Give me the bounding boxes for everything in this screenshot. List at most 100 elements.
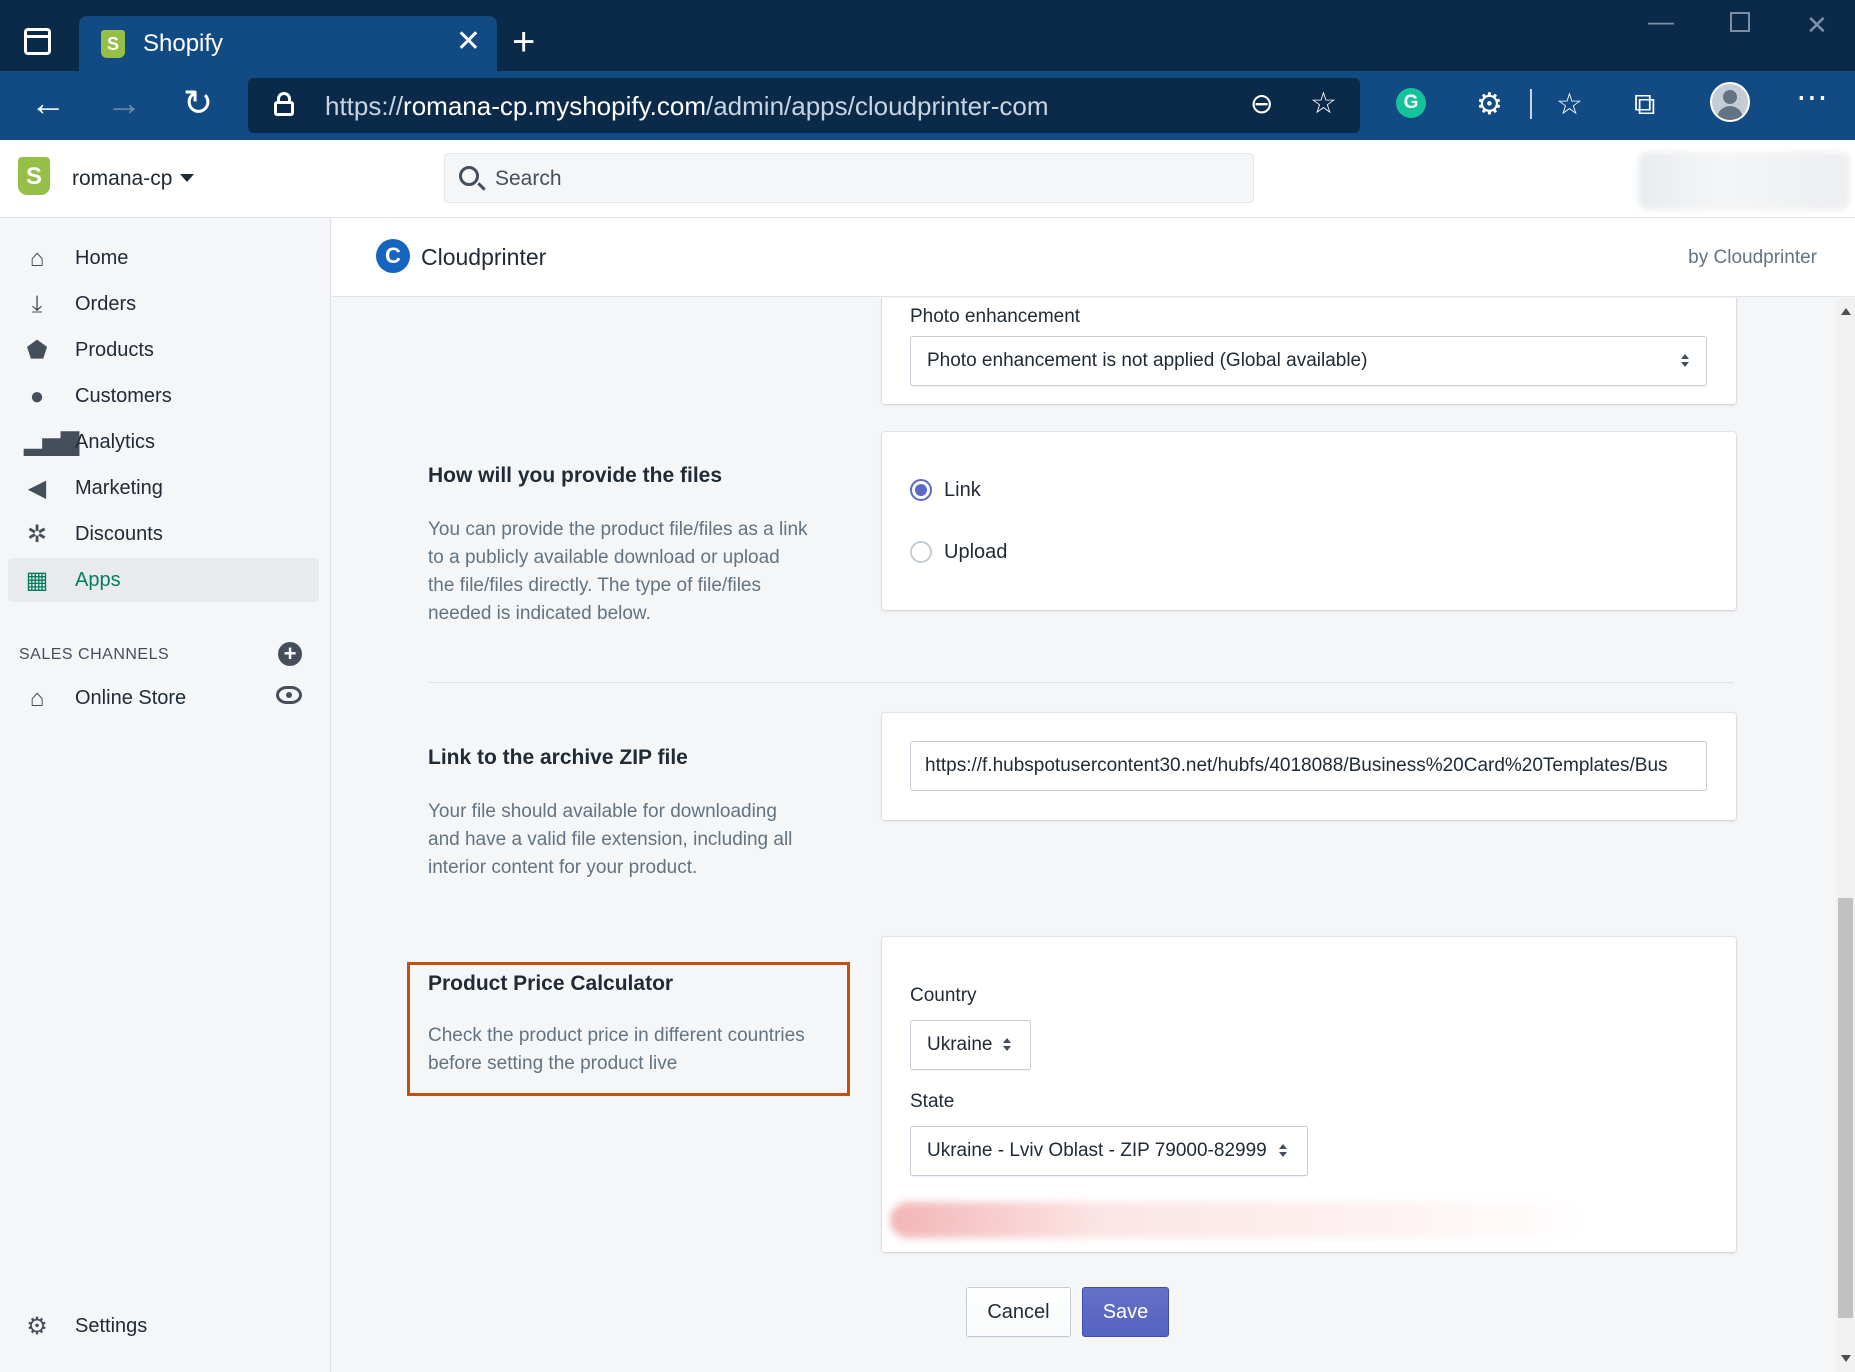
section-divider bbox=[428, 682, 1734, 683]
store-icon: ⌂ bbox=[29, 685, 45, 712]
photo-enhancement-value: Photo enhancement is not applied (Global… bbox=[927, 350, 1368, 371]
state-select[interactable]: Ukraine - Lviv Oblast - ZIP 79000-82999 bbox=[910, 1126, 1308, 1176]
sidebar-item-label: Marketing bbox=[75, 477, 163, 499]
app-content: Photo enhancement Photo enhancement is n… bbox=[332, 298, 1836, 1372]
megaphone-icon: ◀ bbox=[27, 475, 47, 502]
store-caret-icon[interactable] bbox=[180, 174, 194, 182]
country-value: Ukraine bbox=[927, 1034, 993, 1055]
radio-link-label[interactable]: Link bbox=[944, 479, 981, 502]
maximize-icon[interactable] bbox=[1730, 12, 1750, 32]
cloudprinter-logo-icon: C bbox=[376, 239, 410, 273]
country-label: Country bbox=[910, 985, 977, 1006]
zip-link-field[interactable] bbox=[911, 742, 1706, 790]
blurred-price-message bbox=[890, 1202, 1580, 1238]
sidebar-item-label: Settings bbox=[75, 1315, 148, 1337]
shopify-logo-icon[interactable]: S bbox=[18, 157, 50, 195]
select-arrows-icon bbox=[1003, 1038, 1011, 1052]
extensions-icon[interactable]: ⚙ bbox=[1476, 85, 1503, 125]
zip-link-input[interactable] bbox=[910, 741, 1707, 791]
view-store-eye-icon[interactable] bbox=[276, 686, 302, 704]
sidebar-item-products[interactable]: ⬟ Products bbox=[8, 328, 319, 372]
photo-enhancement-card: Photo enhancement Photo enhancement is n… bbox=[882, 298, 1736, 404]
sidebar-item-apps[interactable]: ▦ Apps bbox=[8, 558, 319, 602]
sidebar: ⌂ Home ⤓ Orders ⬟ Products ● Customers ▂… bbox=[0, 218, 331, 1372]
sidebar-item-home[interactable]: ⌂ Home bbox=[8, 236, 319, 280]
favorites-icon[interactable]: ☆ bbox=[1556, 85, 1583, 125]
sidebar-item-label: Analytics bbox=[75, 431, 156, 453]
tab-title: Shopify bbox=[143, 30, 224, 57]
country-select[interactable]: Ukraine bbox=[910, 1020, 1031, 1070]
files-section-title: How will you provide the files bbox=[428, 464, 723, 487]
address-bar[interactable]: https://romana-cp.myshopify.com/admin/ap… bbox=[248, 78, 1360, 133]
url-text[interactable]: https://romana-cp.myshopify.com/admin/ap… bbox=[325, 91, 1049, 122]
sidebar-item-marketing[interactable]: ◀ Marketing bbox=[8, 466, 319, 510]
close-window-icon[interactable]: ✕ bbox=[1806, 10, 1828, 41]
home-icon: ⌂ bbox=[29, 245, 45, 272]
tag-icon: ⬟ bbox=[26, 337, 48, 364]
browser-tab[interactable]: S Shopify ✕ bbox=[79, 16, 497, 71]
sidebar-item-online-store[interactable]: ⌂ Online Store bbox=[8, 676, 319, 720]
scroll-up-icon[interactable] bbox=[1841, 308, 1851, 315]
radio-upload-label[interactable]: Upload bbox=[944, 541, 1007, 564]
files-section-description: You can provide the product file/files a… bbox=[428, 519, 808, 624]
refresh-icon[interactable]: ↻ bbox=[183, 81, 213, 125]
search-icon bbox=[459, 166, 479, 186]
sidebar-item-label: Apps bbox=[75, 569, 121, 591]
store-name[interactable]: romana-cp bbox=[72, 167, 172, 191]
cancel-button[interactable]: Cancel bbox=[966, 1287, 1071, 1337]
zoom-out-icon[interactable]: ⊖ bbox=[1250, 84, 1273, 124]
state-value: Ukraine - Lviv Oblast - ZIP 79000-82999 bbox=[927, 1140, 1267, 1161]
sidebar-item-settings[interactable]: ⚙ Settings bbox=[8, 1304, 319, 1348]
forward-icon[interactable]: → bbox=[106, 81, 142, 125]
grammarly-icon[interactable]: G bbox=[1396, 88, 1426, 118]
lock-icon[interactable] bbox=[274, 92, 294, 116]
orders-icon: ⤓ bbox=[31, 291, 43, 318]
profile-avatar[interactable] bbox=[1710, 82, 1750, 122]
close-tab-icon[interactable]: ✕ bbox=[456, 25, 481, 59]
sales-channels-heading: SALES CHANNELS bbox=[19, 646, 170, 663]
account-menu[interactable] bbox=[1638, 152, 1850, 210]
content-scrollbar[interactable] bbox=[1836, 298, 1855, 1372]
minimize-icon[interactable]: — bbox=[1648, 6, 1674, 37]
file-source-card: Link Upload bbox=[882, 432, 1736, 610]
search-placeholder: Search bbox=[495, 167, 562, 190]
apps-icon: ▦ bbox=[25, 567, 49, 594]
add-sales-channel-icon[interactable]: + bbox=[278, 642, 302, 666]
sidebar-item-orders[interactable]: ⤓ Orders bbox=[8, 282, 319, 326]
sidebar-item-label: Customers bbox=[75, 385, 172, 407]
search-input[interactable]: Search bbox=[444, 153, 1254, 203]
app-header: C Cloudprinter by Cloudprinter bbox=[332, 218, 1855, 297]
zip-section-title: Link to the archive ZIP file bbox=[428, 746, 688, 769]
sidebar-item-label: Online Store bbox=[75, 687, 187, 709]
shopify-topbar: S romana-cp Search bbox=[0, 140, 1855, 218]
scrollbar-thumb[interactable] bbox=[1838, 898, 1853, 1318]
add-favorite-icon[interactable]: ☆ bbox=[1310, 84, 1337, 124]
price-calculator-description: Check the product price in different cou… bbox=[428, 1025, 805, 1074]
sidebar-item-customers[interactable]: ● Customers bbox=[8, 374, 319, 418]
more-options-icon[interactable]: ⋯ bbox=[1796, 77, 1828, 117]
sidebar-item-label: Home bbox=[75, 247, 129, 269]
bar-chart-icon: ▂▅▇ bbox=[24, 429, 80, 456]
photo-enhancement-label: Photo enhancement bbox=[910, 306, 1081, 327]
sidebar-item-label: Orders bbox=[75, 293, 137, 315]
save-button[interactable]: Save bbox=[1082, 1287, 1169, 1337]
scroll-down-icon[interactable] bbox=[1841, 1355, 1851, 1362]
back-icon[interactable]: ← bbox=[30, 81, 66, 125]
gear-icon: ⚙ bbox=[26, 1313, 48, 1340]
new-tab-icon[interactable]: + bbox=[512, 20, 535, 64]
browser-tab-bar: S Shopify ✕ + — ✕ bbox=[0, 0, 1855, 71]
sidebar-item-label: Discounts bbox=[75, 523, 163, 545]
person-icon: ● bbox=[29, 383, 45, 410]
zip-section-description: Your file should available for downloadi… bbox=[428, 801, 793, 878]
browser-toolbar: ← → ↻ https://romana-cp.myshopify.com/ad… bbox=[0, 71, 1855, 140]
app-author[interactable]: by Cloudprinter bbox=[1688, 247, 1817, 269]
collections-icon[interactable]: ⧉ bbox=[1634, 85, 1655, 125]
discount-icon: ✲ bbox=[26, 521, 48, 548]
price-calculator-title: Product Price Calculator bbox=[428, 972, 674, 995]
radio-link[interactable] bbox=[910, 479, 932, 501]
tab-actions-icon[interactable] bbox=[24, 28, 51, 55]
sidebar-item-discounts[interactable]: ✲ Discounts bbox=[8, 512, 319, 556]
sidebar-item-analytics[interactable]: ▂▅▇ Analytics bbox=[8, 420, 319, 464]
radio-upload[interactable] bbox=[910, 541, 932, 563]
photo-enhancement-select[interactable]: Photo enhancement is not applied (Global… bbox=[910, 336, 1707, 386]
